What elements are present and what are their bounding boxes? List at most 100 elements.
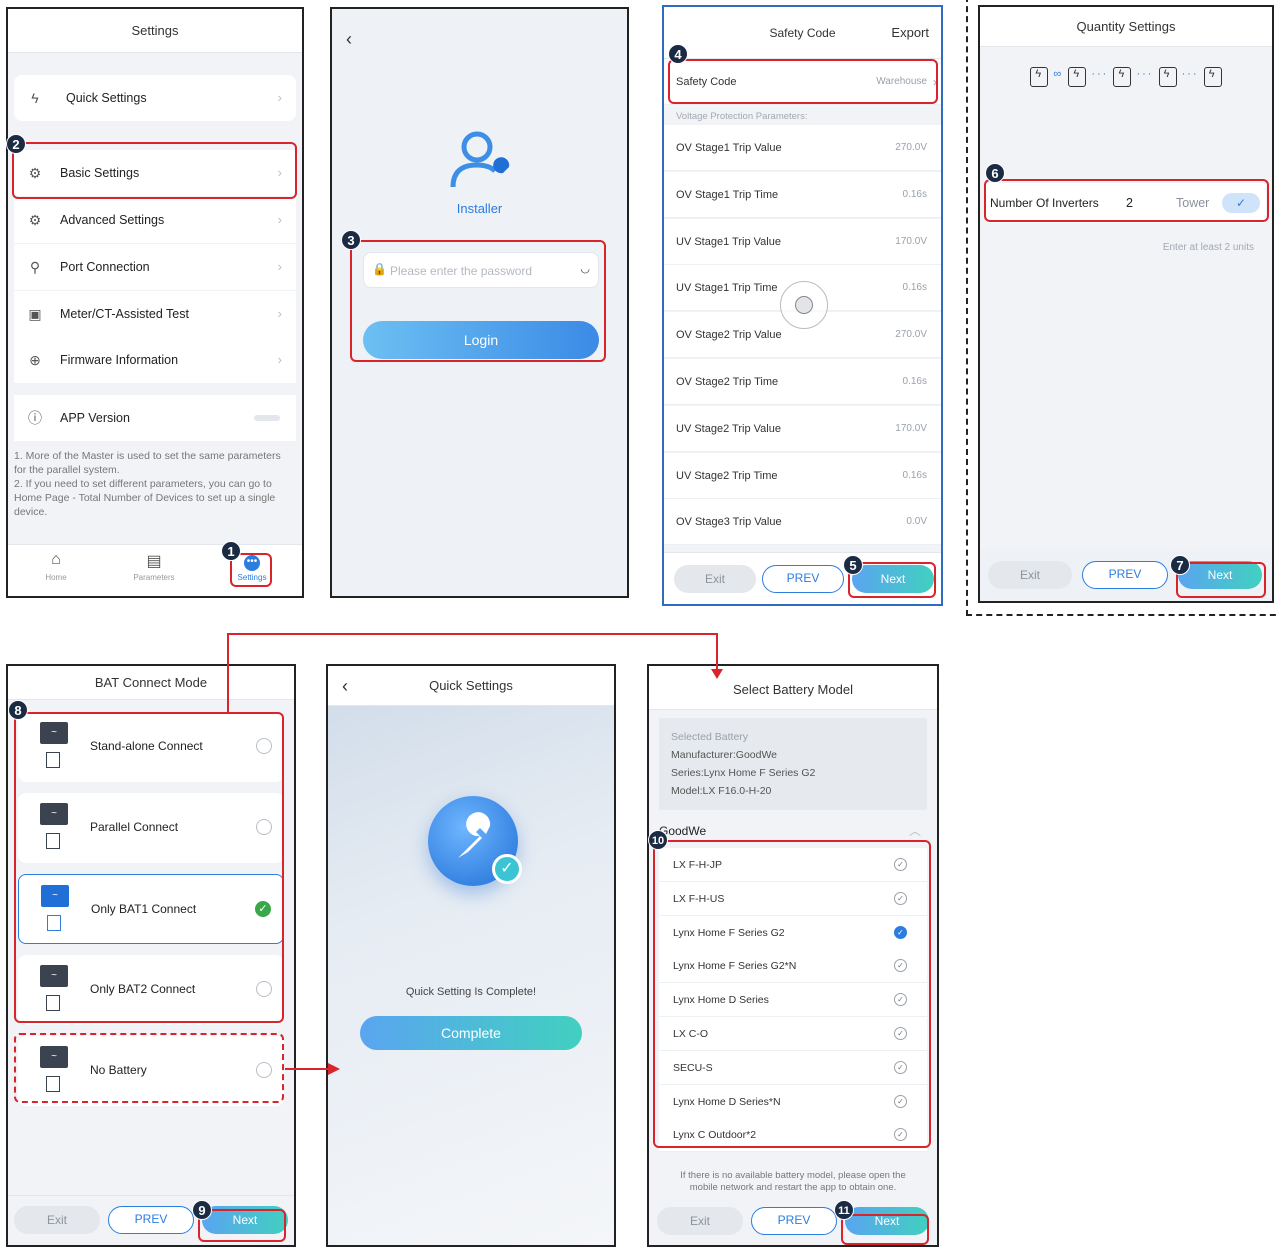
- parameter-name: UV Stage1 Trip Time: [676, 282, 778, 295]
- app-version-item: ⓘ APP Version: [14, 395, 296, 441]
- parallel-note: 1. More of the Master is used to set the…: [14, 450, 281, 518]
- prev-button[interactable]: PREV: [1082, 561, 1168, 589]
- prev-button[interactable]: PREV: [108, 1206, 194, 1234]
- battery-model-title: Select Battery Model: [649, 666, 937, 710]
- exit-button[interactable]: Exit: [14, 1206, 100, 1234]
- highlight-safety-code: [668, 59, 938, 104]
- step-marker-2: 2: [6, 134, 26, 154]
- back-arrow-icon[interactable]: ‹: [342, 666, 348, 706]
- step-marker-10: 10: [648, 830, 668, 850]
- highlight-basic-settings: [12, 142, 297, 199]
- firmware-info-item[interactable]: ⊕ Firmware Information ›: [14, 337, 296, 383]
- link-icon: ∞: [1053, 68, 1064, 80]
- wrench-complete-icon: ✓: [428, 796, 522, 886]
- step-marker-7: 7: [1170, 555, 1190, 575]
- back-arrow-icon[interactable]: ‹: [346, 29, 352, 50]
- installer-label: Installer: [456, 201, 503, 216]
- advanced-settings-item[interactable]: ⚙ Advanced Settings ›: [14, 197, 296, 243]
- parameter-name: OV Stage2 Trip Value: [676, 329, 782, 342]
- ellipsis-icon: ···: [1181, 68, 1199, 80]
- manufacturer-text: Manufacturer:GoodWe: [671, 749, 778, 761]
- quick-settings-item[interactable]: ϟ Quick Settings ›: [14, 75, 296, 121]
- info-icon: ⓘ: [28, 410, 42, 426]
- meter-test-item[interactable]: ▣ Meter/CT-Assisted Test ›: [14, 291, 296, 337]
- step-marker-3: 3: [341, 230, 361, 250]
- step-marker-9: 9: [192, 1200, 212, 1220]
- bat-title: BAT Connect Mode: [8, 666, 294, 700]
- home-icon: ⌂: [51, 551, 61, 568]
- flow-arrow: [227, 633, 717, 635]
- settings-title: Settings: [8, 9, 302, 53]
- chevron-right-icon: ›: [277, 259, 282, 274]
- export-button[interactable]: Export: [891, 7, 929, 59]
- inverter-icon: ϟ: [1203, 67, 1222, 87]
- tab-parameters[interactable]: ▤ Parameters: [124, 551, 184, 582]
- step-marker-4: 4: [668, 44, 688, 64]
- min-units-hint: Enter at least 2 units: [1162, 242, 1254, 253]
- gear-search-icon: ⚙: [28, 212, 42, 228]
- step-marker-6: 6: [985, 163, 1005, 183]
- item-label: Quick Settings: [66, 91, 147, 105]
- item-label: Port Connection: [60, 260, 150, 274]
- exit-button[interactable]: Exit: [988, 561, 1072, 589]
- ellipsis-icon: ···: [1091, 68, 1109, 80]
- complete-button[interactable]: Complete: [360, 1016, 582, 1050]
- exit-button[interactable]: Exit: [657, 1207, 743, 1235]
- parameter-name: OV Stage1 Trip Value: [676, 142, 782, 154]
- highlight-inverters-row: [984, 179, 1269, 222]
- parameter-row[interactable]: UV Stage1 Trip Value 170.0V: [664, 218, 941, 265]
- parameter-value: 0.16s: [902, 376, 927, 387]
- exit-button[interactable]: Exit: [674, 565, 756, 593]
- parameter-name: OV Stage1 Trip Time: [676, 188, 779, 201]
- port-icon: ⚲: [29, 259, 41, 275]
- parameter-row[interactable]: OV Stage1 Trip Time 0.16s: [664, 171, 941, 218]
- parameter-name: OV Stage3 Trip Value: [676, 516, 782, 529]
- parameter-value: 0.16s: [902, 469, 927, 481]
- item-label: Meter/CT-Assisted Test: [60, 307, 189, 321]
- parameter-name: UV Stage2 Trip Value: [676, 422, 781, 435]
- step-marker-5: 5: [843, 555, 863, 575]
- parameter-row[interactable]: OV Stage2 Trip Time 0.16s: [664, 359, 941, 405]
- settings-screen: Settings ϟ Quick Settings › ⚙ Basic Sett…: [6, 7, 304, 598]
- parameter-row[interactable]: UV Stage2 Trip Value 170.0V: [664, 405, 941, 452]
- inverter-icon: ϟ: [1068, 67, 1087, 87]
- selected-battery-heading: Selected Battery: [671, 731, 749, 743]
- item-label: APP Version: [60, 411, 130, 425]
- step-marker-8: 8: [8, 700, 28, 720]
- parameter-value: 0.0V: [906, 516, 927, 528]
- chevron-right-icon: ›: [277, 212, 282, 227]
- voltage-section-label: Voltage Protection Parameters:: [676, 111, 808, 122]
- complete-message: Quick Setting Is Complete!: [405, 986, 537, 998]
- flow-arrow: [716, 633, 718, 673]
- inverter-icon: ϟ: [1158, 67, 1177, 87]
- port-connection-item[interactable]: ⚲ Port Connection ›: [14, 244, 296, 290]
- flow-arrow: [285, 1068, 331, 1070]
- highlight-login-form: [350, 240, 606, 362]
- inverter-icon: ϟ: [1030, 67, 1049, 87]
- parameter-row[interactable]: UV Stage2 Trip Time 0.16s: [664, 452, 941, 499]
- document-icon: ▤: [146, 553, 162, 570]
- model-text: Model:LX F16.0-H-20: [671, 785, 772, 797]
- version-value-blurred: [254, 415, 280, 421]
- prev-button[interactable]: PREV: [751, 1207, 837, 1235]
- quantity-settings-screen: Quantity Settings ϟ ∞ ϟ ··· ϟ ··· ϟ ··· …: [978, 5, 1274, 603]
- parameter-value: 0.16s: [902, 282, 927, 294]
- parameter-value: 170.0V: [895, 422, 927, 434]
- check-badge-icon: ✓: [492, 854, 522, 884]
- safety-header: Safety Code Export: [664, 7, 941, 59]
- parameter-name: UV Stage1 Trip Value: [676, 235, 781, 248]
- upload-icon: ⊕: [29, 352, 41, 368]
- highlight-bat-modes: [14, 712, 284, 1023]
- step-marker-1: 1: [221, 541, 241, 561]
- parameter-row[interactable]: OV Stage3 Trip Value 0.0V: [664, 499, 941, 546]
- touch-indicator-icon: [780, 281, 828, 329]
- series-text: Series:Lynx Home F Series G2: [671, 767, 816, 779]
- lightning-icon: ϟ: [31, 90, 39, 106]
- prev-button[interactable]: PREV: [762, 565, 844, 593]
- selected-battery-card: Selected Battery Manufacturer:GoodWe Ser…: [659, 718, 927, 810]
- tab-home[interactable]: ⌂ Home: [26, 551, 86, 582]
- item-label: Advanced Settings: [60, 213, 165, 227]
- highlight-no-battery: [14, 1033, 284, 1103]
- quick-settings-screen: ‹ Quick Settings ✓ Quick Setting Is Comp…: [326, 664, 616, 1247]
- parameter-row[interactable]: OV Stage1 Trip Value 270.0V: [664, 125, 941, 171]
